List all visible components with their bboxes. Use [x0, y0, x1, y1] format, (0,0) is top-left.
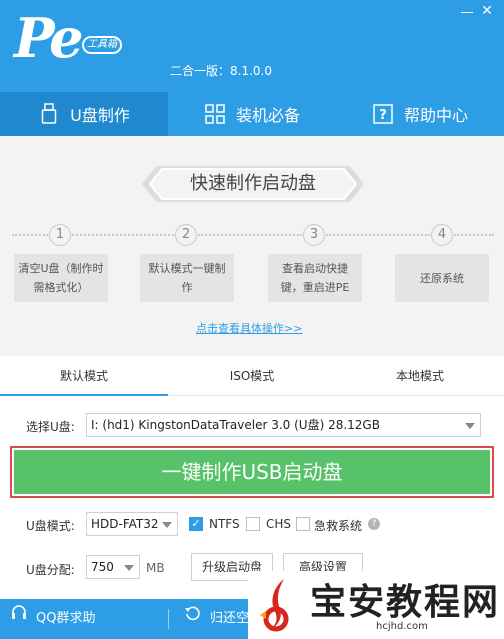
apps-grid-icon: [204, 103, 226, 125]
chevron-down-icon: [162, 522, 172, 528]
svg-text:?: ?: [379, 108, 387, 123]
make-usb-boot-button[interactable]: 一键制作USB启动盘: [14, 450, 490, 494]
restore-link[interactable]: 归还空: [184, 599, 249, 639]
chs-checkbox[interactable]: [246, 517, 260, 531]
step-description: 默认模式一键制作: [140, 254, 234, 302]
restore-icon: [184, 599, 202, 639]
step-number: 4: [431, 224, 453, 246]
question-icon[interactable]: ?: [368, 518, 380, 530]
step-connector: [454, 234, 494, 236]
guide-title: 快速制作启动盘: [190, 173, 316, 194]
site-watermark: 宝安教程网 hcjhd.com: [248, 571, 504, 639]
tab-iso-mode[interactable]: ISO模式: [168, 356, 336, 396]
partition-size-value: 750: [91, 560, 114, 574]
usb-select[interactable]: I: (hd1) KingstonDataTraveler 3.0 (U盘) 2…: [86, 413, 481, 437]
guide-banner: 快速制作启动盘: [142, 166, 364, 202]
step-number: 2: [175, 224, 197, 246]
ntfs-label: NTFS: [209, 517, 240, 531]
tab-usb-make[interactable]: U盘制作: [0, 92, 168, 136]
logo-text: Pe: [14, 6, 83, 70]
step-connector: [198, 234, 302, 236]
usb-mode-select[interactable]: HDD-FAT32: [86, 512, 178, 536]
usb-mode-label: U盘模式:: [26, 519, 75, 533]
view-details-link[interactable]: 点击查看具体操作>>: [196, 320, 302, 336]
guide-panel: 快速制作启动盘 1 2 3 4 清空U盘（制作时需格式化） 默认模式一键制作 查…: [0, 136, 504, 356]
chs-label: CHS: [266, 517, 292, 531]
watermark-url: hcjhd.com: [376, 621, 428, 632]
tab-install-essentials[interactable]: 装机必备: [168, 92, 336, 136]
logo-badge: 工具箱: [82, 36, 122, 54]
watermark-title: 宝安教程网: [310, 581, 501, 623]
step-number: 1: [49, 224, 71, 246]
main-tabs: U盘制作 装机必备 ? 帮助中心: [0, 92, 504, 136]
partition-unit: MB: [146, 561, 165, 575]
tab-help-center[interactable]: ? 帮助中心: [336, 92, 504, 136]
step-connector: [12, 234, 48, 236]
qq-group-help-label: QQ群求助: [36, 611, 96, 626]
rescue-system-checkbox[interactable]: [296, 517, 310, 531]
ntfs-checkbox[interactable]: ✓: [189, 517, 203, 531]
usb-select-label: 选择U盘:: [26, 420, 75, 434]
tab-label: 装机必备: [235, 106, 300, 125]
tab-label: U盘制作: [70, 106, 130, 125]
usb-mode-value: HDD-FAT32: [91, 517, 159, 531]
chevron-down-icon: [465, 423, 475, 429]
version-text: 二合一版：8.1.0.0: [170, 64, 272, 78]
help-icon: ?: [372, 103, 394, 125]
close-icon[interactable]: ✕: [478, 2, 496, 20]
tab-default-mode[interactable]: 默认模式: [0, 356, 168, 396]
chevron-down-icon: [124, 565, 134, 571]
partition-size-select[interactable]: 750: [86, 555, 140, 579]
rescue-system-label: 急救系统: [314, 519, 363, 533]
usb-select-value: I: (hd1) KingstonDataTraveler 3.0 (U盘) 2…: [91, 418, 380, 432]
footer-divider: [168, 609, 169, 629]
qq-group-help-link[interactable]: QQ群求助: [10, 599, 95, 639]
step-description: 还原系统: [395, 254, 489, 302]
step-number: 3: [303, 224, 325, 246]
app-header: Pe 工具箱 二合一版：8.1.0.0 ✕: [0, 0, 504, 92]
partition-label: U盘分配:: [26, 563, 75, 577]
step-description: 查看启动快捷键，重启进PE: [268, 254, 362, 302]
app-logo: Pe 工具箱: [14, 6, 122, 72]
restore-label: 归还空: [210, 611, 250, 626]
step-connector: [72, 234, 174, 236]
minimize-icon[interactable]: [458, 2, 476, 20]
mode-tabs: 默认模式 ISO模式 本地模式: [0, 356, 504, 396]
headset-icon: [10, 599, 28, 639]
step-connector: [326, 234, 430, 236]
step-description: 清空U盘（制作时需格式化）: [14, 254, 108, 302]
watermark-logo-icon: [254, 575, 306, 635]
tab-label: 帮助中心: [403, 106, 468, 125]
usb-drive-icon: [38, 103, 60, 125]
tab-local-mode[interactable]: 本地模式: [336, 356, 504, 396]
